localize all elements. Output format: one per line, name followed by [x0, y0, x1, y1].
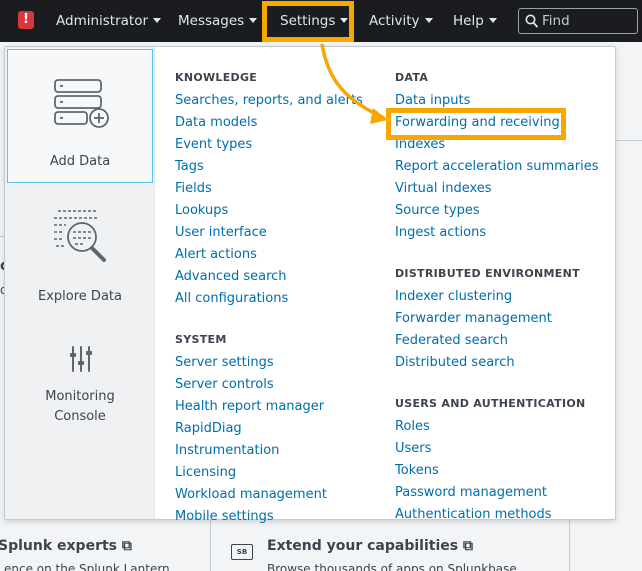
monitoring-console-icon [70, 346, 92, 372]
menu-link-authentication-methods[interactable]: Authentication methods [395, 507, 552, 523]
menu-link-tokens[interactable]: Tokens [395, 463, 439, 479]
menu-link-password-management[interactable]: Password management [395, 485, 547, 501]
nav-administrator-menu[interactable]: Administrator [56, 0, 162, 42]
menu-link-tags[interactable]: Tags [175, 159, 204, 175]
menu-link-users[interactable]: Users [395, 441, 431, 457]
nav-settings-label: Settings [280, 13, 336, 29]
add-data-label: Add Data [49, 154, 111, 169]
menu-link-forwarding-and-receiving[interactable]: Forwarding and receiving [395, 115, 560, 131]
nav-activity-label: Activity [369, 13, 420, 29]
monitoring-console-label: Monitoring Console [45, 389, 115, 424]
menu-link-health-report-manager[interactable]: Health report manager [175, 399, 324, 415]
menu-link-report-acceleration-summaries[interactable]: Report acceleration summaries [395, 159, 598, 175]
section-heading-data: DATA [395, 71, 429, 84]
nav-messages-menu[interactable]: Messages [178, 0, 258, 42]
search-icon [525, 14, 538, 28]
menu-link-virtual-indexes[interactable]: Virtual indexes [395, 181, 492, 197]
menu-link-indexes[interactable]: Indexes [395, 137, 445, 153]
background-divider [569, 520, 570, 571]
nav-messages-label: Messages [178, 13, 245, 29]
menu-link-alert-actions[interactable]: Alert actions [175, 247, 257, 263]
menu-link-searches-reports-alerts[interactable]: Searches, reports, and alerts [175, 93, 363, 109]
menu-link-rapiddiag[interactable]: RapidDiag [175, 421, 242, 437]
caret-down-icon [153, 18, 162, 23]
menu-link-instrumentation[interactable]: Instrumentation [175, 443, 279, 459]
section-heading-users-and-authentication: USERS AND AUTHENTICATION [395, 397, 586, 410]
menu-link-data-models[interactable]: Data models [175, 115, 257, 131]
section-heading-knowledge: KNOWLEDGE [175, 71, 258, 84]
add-data-tile[interactable]: Add Data [7, 49, 153, 183]
section-heading-distributed-environment: DISTRIBUTED ENVIRONMENT [395, 267, 580, 280]
menu-link-licensing[interactable]: Licensing [175, 465, 236, 481]
caret-down-icon [424, 18, 433, 23]
menu-link-mobile-settings[interactable]: Mobile settings [175, 509, 274, 525]
menu-link-server-controls[interactable]: Server controls [175, 377, 274, 393]
menu-link-indexer-clustering[interactable]: Indexer clustering [395, 289, 512, 305]
menu-link-data-inputs[interactable]: Data inputs [395, 93, 470, 109]
explore-data-icon [54, 210, 106, 262]
menu-link-fields[interactable]: Fields [175, 181, 212, 197]
background-card-title: Extend your capabilities ⧉ [267, 538, 473, 554]
add-data-icon [54, 79, 109, 128]
alert-icon[interactable]: ! [18, 11, 34, 29]
background-card-title: Splunk experts ⧉ [0, 538, 132, 554]
explore-data-tile[interactable]: Explore Data [7, 193, 153, 313]
nav-help-label: Help [453, 13, 484, 29]
nav-activity-menu[interactable]: Activity [369, 0, 433, 42]
monitoring-console-tile[interactable]: Monitoring Console [7, 327, 153, 437]
top-nav-bar: ! Administrator Messages Settings Activi… [0, 0, 642, 42]
nav-help-menu[interactable]: Help [453, 0, 497, 42]
external-link-icon: ⧉ [462, 538, 473, 554]
menu-link-advanced-search[interactable]: Advanced search [175, 269, 287, 285]
menu-link-all-configurations[interactable]: All configurations [175, 291, 288, 307]
nav-settings-menu[interactable]: Settings [280, 0, 349, 42]
nav-administrator-label: Administrator [56, 13, 149, 29]
menu-link-roles[interactable]: Roles [395, 419, 430, 435]
menu-link-federated-search[interactable]: Federated search [395, 333, 508, 349]
external-link-icon: ⧉ [121, 538, 132, 554]
settings-menu-sidebar: Add Data Explore Data Monitoring Console [5, 47, 155, 519]
splunkbase-icon: SB [231, 544, 253, 560]
menu-link-ingest-actions[interactable]: Ingest actions [395, 225, 486, 241]
menu-link-lookups[interactable]: Lookups [175, 203, 228, 219]
menu-link-distributed-search[interactable]: Distributed search [395, 355, 515, 371]
caret-down-icon [488, 18, 497, 23]
explore-data-label: Explore Data [38, 289, 122, 304]
find-box [518, 8, 638, 34]
background-card-desc: ence on the Splunk Lantern [4, 562, 170, 571]
background-divider [210, 520, 211, 571]
menu-link-event-types[interactable]: Event types [175, 137, 252, 153]
menu-link-source-types[interactable]: Source types [395, 203, 480, 219]
section-heading-system: SYSTEM [175, 333, 227, 346]
background-card-desc: Browse thousands of apps on Splunkbase [267, 562, 517, 571]
caret-down-icon [249, 18, 258, 23]
menu-link-user-interface[interactable]: User interface [175, 225, 267, 241]
menu-link-forwarder-management[interactable]: Forwarder management [395, 311, 552, 327]
menu-link-workload-management[interactable]: Workload management [175, 487, 327, 503]
find-input[interactable] [542, 11, 634, 31]
menu-link-server-settings[interactable]: Server settings [175, 355, 274, 371]
caret-down-icon [340, 18, 349, 23]
